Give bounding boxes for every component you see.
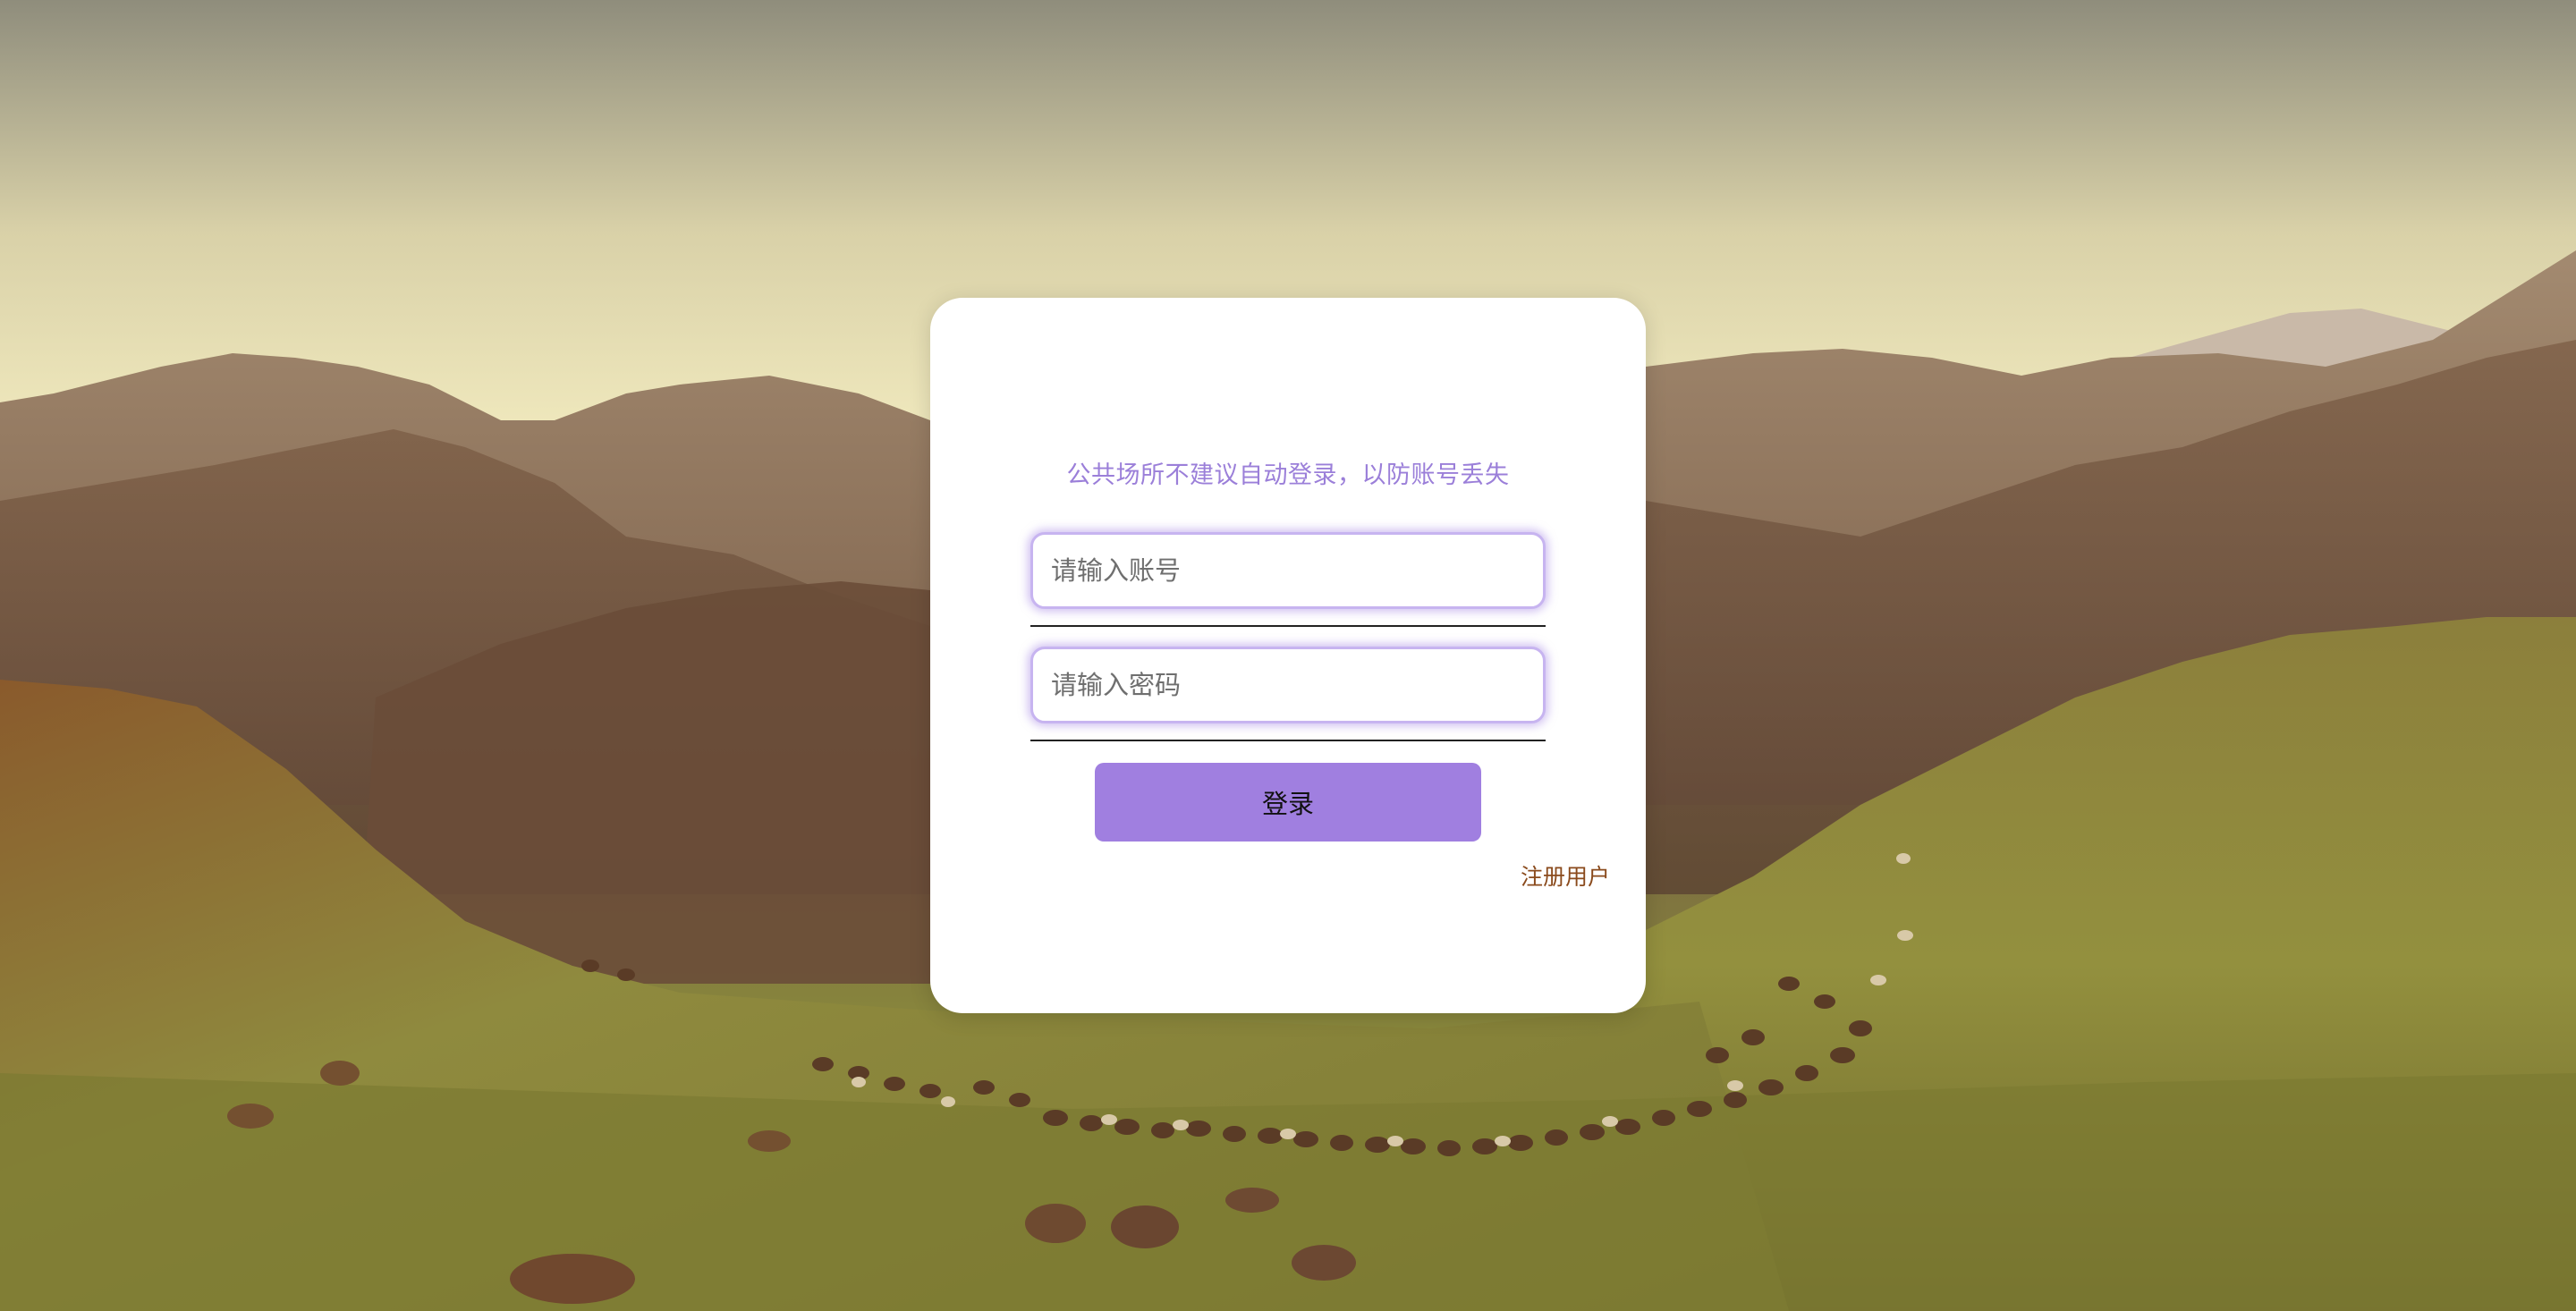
login-button[interactable]: 登录 [1095, 763, 1481, 842]
password-input[interactable] [1030, 647, 1546, 723]
password-underline [1030, 740, 1546, 741]
account-field-wrapper [1030, 532, 1546, 627]
security-notice: 公共场所不建议自动登录，以防账号丢失 [1066, 461, 1510, 489]
account-input[interactable] [1030, 532, 1546, 609]
login-card: 公共场所不建议自动登录，以防账号丢失 登录 注册用户 [930, 298, 1646, 1013]
account-underline [1030, 625, 1546, 627]
register-link[interactable]: 注册用户 [1521, 859, 1610, 892]
login-page: 公共场所不建议自动登录，以防账号丢失 登录 注册用户 [0, 0, 2576, 1311]
password-field-wrapper [1030, 647, 1546, 741]
